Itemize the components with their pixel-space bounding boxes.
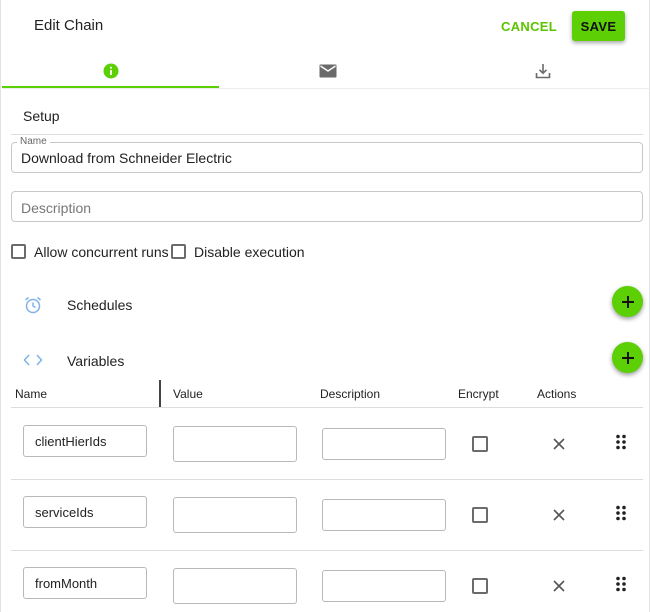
- close-icon[interactable]: [552, 579, 566, 593]
- setup-heading: Setup: [23, 108, 60, 124]
- table-row-divider: [11, 550, 643, 551]
- plus-icon: [621, 351, 634, 364]
- setup-divider: [11, 134, 643, 135]
- allow-concurrent-runs-label[interactable]: Allow concurrent runs: [34, 244, 169, 260]
- column-header-actions: Actions: [537, 387, 577, 401]
- add-variable-button[interactable]: [612, 342, 643, 373]
- variable-description-input[interactable]: [322, 570, 446, 602]
- drag-handle-icon[interactable]: [615, 505, 627, 521]
- add-schedule-button[interactable]: [612, 286, 643, 317]
- table-row-divider: [11, 479, 643, 480]
- column-header-value: Value: [173, 387, 203, 401]
- name-field-value[interactable]: Download from Schneider Electric: [21, 150, 232, 166]
- variable-value-input[interactable]: [173, 497, 297, 533]
- column-resize-handle[interactable]: [159, 380, 161, 407]
- close-icon[interactable]: [552, 508, 566, 522]
- variable-value-input[interactable]: [173, 426, 297, 462]
- description-field[interactable]: [11, 191, 643, 222]
- mail-icon: [319, 64, 336, 77]
- encrypt-checkbox[interactable]: [472, 578, 488, 594]
- info-icon: [103, 63, 118, 78]
- alarm-clock-icon: [23, 295, 43, 315]
- tab-email[interactable]: [219, 52, 436, 89]
- schedules-label: Schedules: [67, 297, 133, 313]
- drag-handle-icon[interactable]: [615, 434, 627, 450]
- encrypt-checkbox[interactable]: [472, 507, 488, 523]
- drag-handle-icon[interactable]: [615, 576, 627, 592]
- cancel-button[interactable]: CANCEL: [501, 12, 557, 40]
- column-header-encrypt: Encrypt: [458, 387, 499, 401]
- variable-description-input[interactable]: [322, 499, 446, 531]
- tab-info[interactable]: [2, 52, 219, 89]
- variables-label: Variables: [67, 353, 125, 369]
- allow-concurrent-runs-checkbox[interactable]: [11, 244, 26, 259]
- table-header-divider: [11, 407, 643, 408]
- column-header-description: Description: [320, 387, 381, 401]
- variable-value-input[interactable]: [173, 568, 297, 604]
- edit-chain-dialog: Edit Chain CANCEL SAVE Setup Name Downlo…: [0, 0, 650, 612]
- variable-name-input[interactable]: clientHierIds: [23, 425, 147, 457]
- encrypt-checkbox[interactable]: [472, 436, 488, 452]
- variable-name-input[interactable]: fromMonth: [23, 567, 147, 599]
- tab-download[interactable]: [436, 52, 650, 89]
- code-icon: [23, 352, 43, 368]
- column-header-name: Name: [15, 387, 48, 401]
- description-placeholder: Description: [21, 200, 92, 216]
- plus-icon: [621, 295, 634, 308]
- close-icon[interactable]: [552, 437, 566, 451]
- save-button[interactable]: SAVE: [572, 11, 625, 41]
- disable-execution-label[interactable]: Disable execution: [194, 244, 305, 260]
- tabs-divider: [2, 88, 650, 89]
- variable-description-input[interactable]: [322, 428, 446, 460]
- download-icon: [535, 63, 551, 78]
- disable-execution-checkbox[interactable]: [171, 244, 186, 259]
- name-field-label: Name: [17, 136, 50, 147]
- dialog-title: Edit Chain: [34, 17, 104, 34]
- variable-name-input[interactable]: serviceIds: [23, 496, 147, 528]
